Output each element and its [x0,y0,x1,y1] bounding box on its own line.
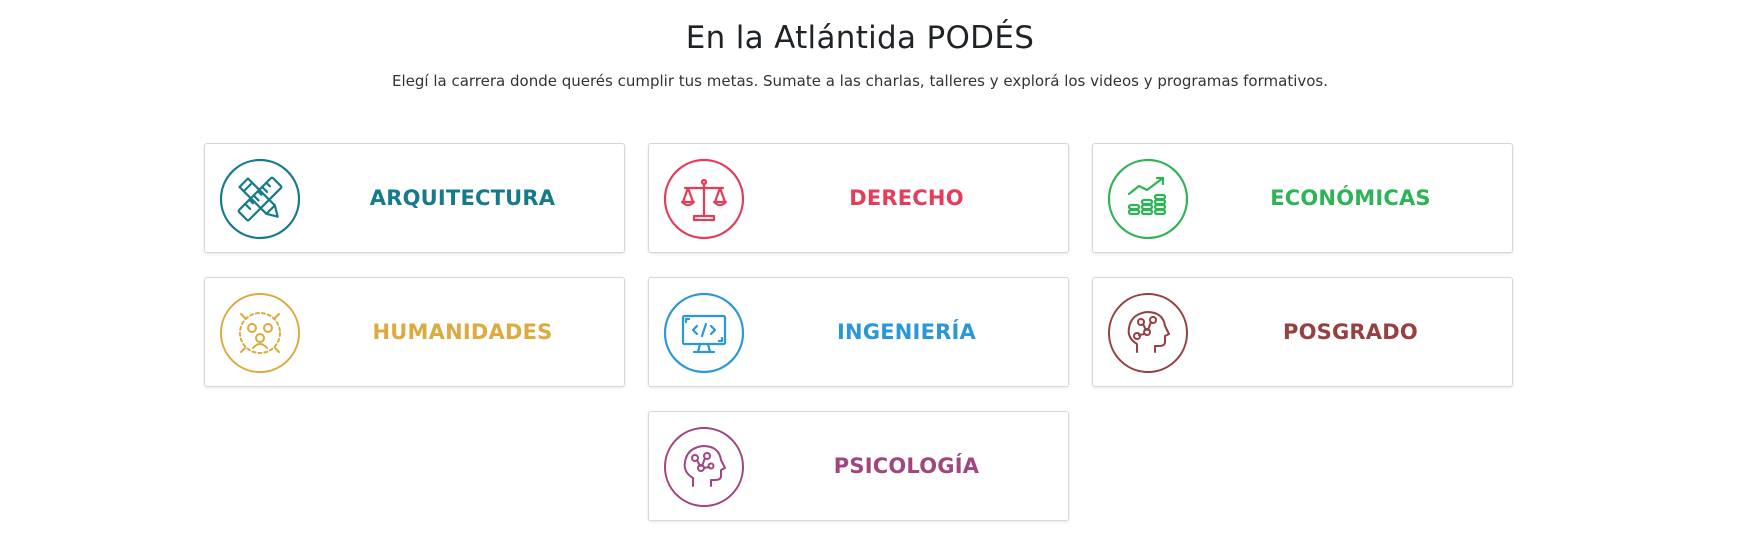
code-monitor-icon [663,292,745,374]
career-card-posgrado[interactable]: POSGRADO [1092,277,1513,387]
page-title: En la Atlántida PODÉS [685,20,1035,56]
mind-head-icon [663,426,745,508]
career-card-psicologia[interactable]: PSICOLOGÍA [648,411,1069,521]
career-label: POSGRADO [1283,320,1418,344]
career-label: ECONÓMICAS [1270,186,1431,210]
career-card-economicas[interactable]: ECONÓMICAS [1092,143,1513,253]
career-card-derecho[interactable]: DERECHO [648,143,1069,253]
careers-section: En la Atlántida PODÉS Elegí la carrera d… [0,0,1759,545]
career-label: PSICOLOGÍA [833,454,980,478]
people-network-icon [219,292,301,374]
career-card-arquitectura[interactable]: ARQUITECTURA [204,143,625,253]
pencil-ruler-icon [219,158,301,240]
career-label: INGENIERÍA [837,320,976,344]
career-card-ingenieria[interactable]: INGENIERÍA [648,277,1069,387]
career-card-humanidades[interactable]: HUMANIDADES [204,277,625,387]
growth-coins-icon [1107,158,1189,240]
scales-icon [663,158,745,240]
career-label: ARQUITECTURA [369,186,556,210]
career-label: DERECHO [849,186,964,210]
head-network-icon [1107,292,1189,374]
page-subtitle: Elegí la carrera donde querés cumplir tu… [392,72,1328,90]
career-label: HUMANIDADES [372,320,553,344]
